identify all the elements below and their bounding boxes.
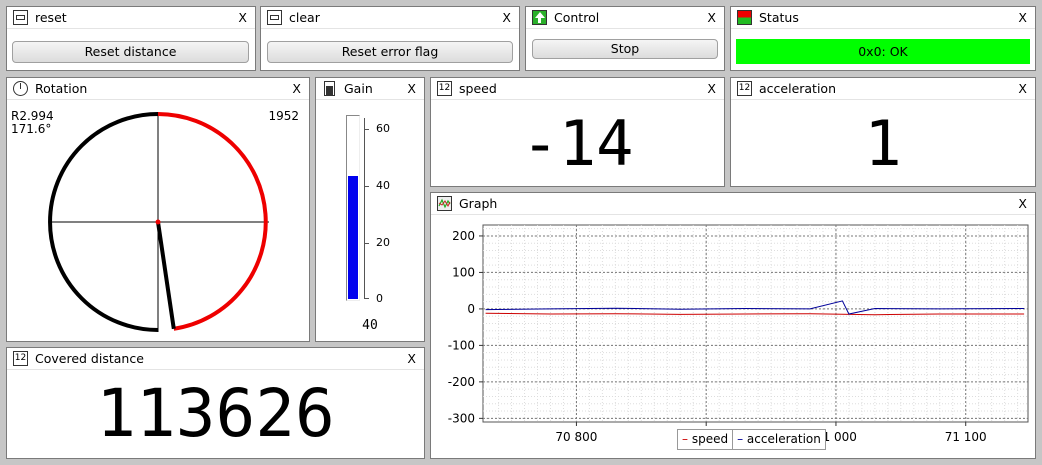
y-tick-label: 200 [452,229,475,243]
speed-panel-title: speed [459,81,497,96]
rotation-needle [156,221,176,330]
graph-panel-title: Graph [459,196,498,211]
gain-panel: Gain X 60 40 20 0 40 [315,77,425,342]
slider-icon [324,81,335,96]
status-panel-close-button[interactable]: X [1018,10,1027,25]
graph-plot: 2001000-100-200-30070 80070 90071 00071 … [448,224,1029,444]
status-panel-title: Status [759,10,799,25]
reset-panel-header: reset X [7,7,255,29]
gain-panel-title: Gain [344,81,373,96]
status-indicator: 0x0: OK [736,39,1030,64]
gain-scale: 60 40 20 0 [364,118,404,305]
graph-panel-header: Graph X [431,193,1035,215]
gain-bar-fill [348,176,358,299]
control-panel-close-button[interactable]: X [707,10,716,25]
rotation-arc-right [157,112,268,331]
clear-panel-title: clear [289,10,320,25]
reset-panel: reset X Reset distance [6,6,256,71]
button-widget-icon [13,10,28,25]
y-tick-label: 100 [452,265,475,279]
control-panel-header: Control X [526,7,724,29]
arrow-up-icon [532,10,547,25]
stop-button[interactable]: Stop [532,39,718,59]
distance-value: 113626 [96,375,335,452]
reset-panel-close-button[interactable]: X [238,10,247,25]
legend-swatch-speed: – [682,432,688,446]
speed-panel-close-button[interactable]: X [707,81,716,96]
distance-panel: 12 Covered distance X 113626 [6,347,425,459]
legend-label-acceleration: acceleration [746,432,821,446]
y-tick-label: -300 [448,411,475,425]
graph-panel: Graph X 2001000-100-200-30070 80070 9007… [430,192,1036,459]
status-panel-header: Status X [731,7,1035,29]
y-tick-label: 0 [467,302,475,316]
gain-panel-close-button[interactable]: X [407,81,416,96]
numeric-display-icon: 12 [13,351,28,366]
legend-label-speed: speed [691,432,729,446]
x-tick-label: 70 800 [555,430,597,444]
acceleration-value: 1 [864,107,902,180]
numeric-display-icon: 12 [737,81,752,96]
graph-panel-close-button[interactable]: X [1018,196,1027,211]
acceleration-panel-header: 12 acceleration X [731,78,1035,100]
gain-tick-40: 40 [376,179,390,192]
control-panel-title: Control [554,10,600,25]
clear-panel-close-button[interactable]: X [502,10,511,25]
y-tick-label: -200 [448,375,475,389]
legend-item-speed[interactable]: – speed [678,430,734,449]
legend-swatch-acceleration: – [737,432,744,446]
distance-panel-header: 12 Covered distance X [7,348,424,370]
acceleration-panel-close-button[interactable]: X [1018,81,1027,96]
waveform-icon [437,196,452,211]
numeric-display-icon: 12 [437,81,452,96]
reset-panel-title: reset [35,10,67,25]
gain-value: 40 [362,318,378,333]
control-panel: Control X Stop [525,6,725,71]
status-led-icon [737,10,752,25]
status-value: 0x0: OK [858,44,908,59]
clear-panel: clear X Reset error flag [260,6,520,71]
gain-tick-0: 0 [376,292,383,305]
distance-panel-title: Covered distance [35,351,144,366]
status-panel: Status X 0x0: OK [730,6,1036,71]
y-tick-label: -100 [448,338,475,352]
speed-panel-header: 12 speed X [431,78,724,100]
gain-tick-60: 60 [376,122,390,135]
gain-bar [346,115,360,301]
rotation-panel: Rotation X R2.994 171.6° 1952 [6,77,310,342]
speed-panel: 12 speed X -14 [430,77,725,187]
distance-panel-close-button[interactable]: X [407,351,416,366]
graph-legend: – speed – acceleration [677,429,826,450]
button-widget-icon [267,10,282,25]
reset-distance-button[interactable]: Reset distance [12,41,249,63]
clear-panel-header: clear X [261,7,519,29]
legend-item-acceleration[interactable]: – acceleration [733,430,825,449]
gain-panel-header: Gain X [316,78,424,100]
x-tick-label: 71 100 [945,430,987,444]
reset-error-flag-button[interactable]: Reset error flag [267,41,513,63]
speed-value: -14 [521,107,634,180]
rotation-center-dot [155,219,161,225]
gain-tick-20: 20 [376,236,390,249]
acceleration-panel-title: acceleration [759,81,837,96]
rotation-dial [48,112,269,332]
acceleration-panel: 12 acceleration X 1 [730,77,1036,187]
